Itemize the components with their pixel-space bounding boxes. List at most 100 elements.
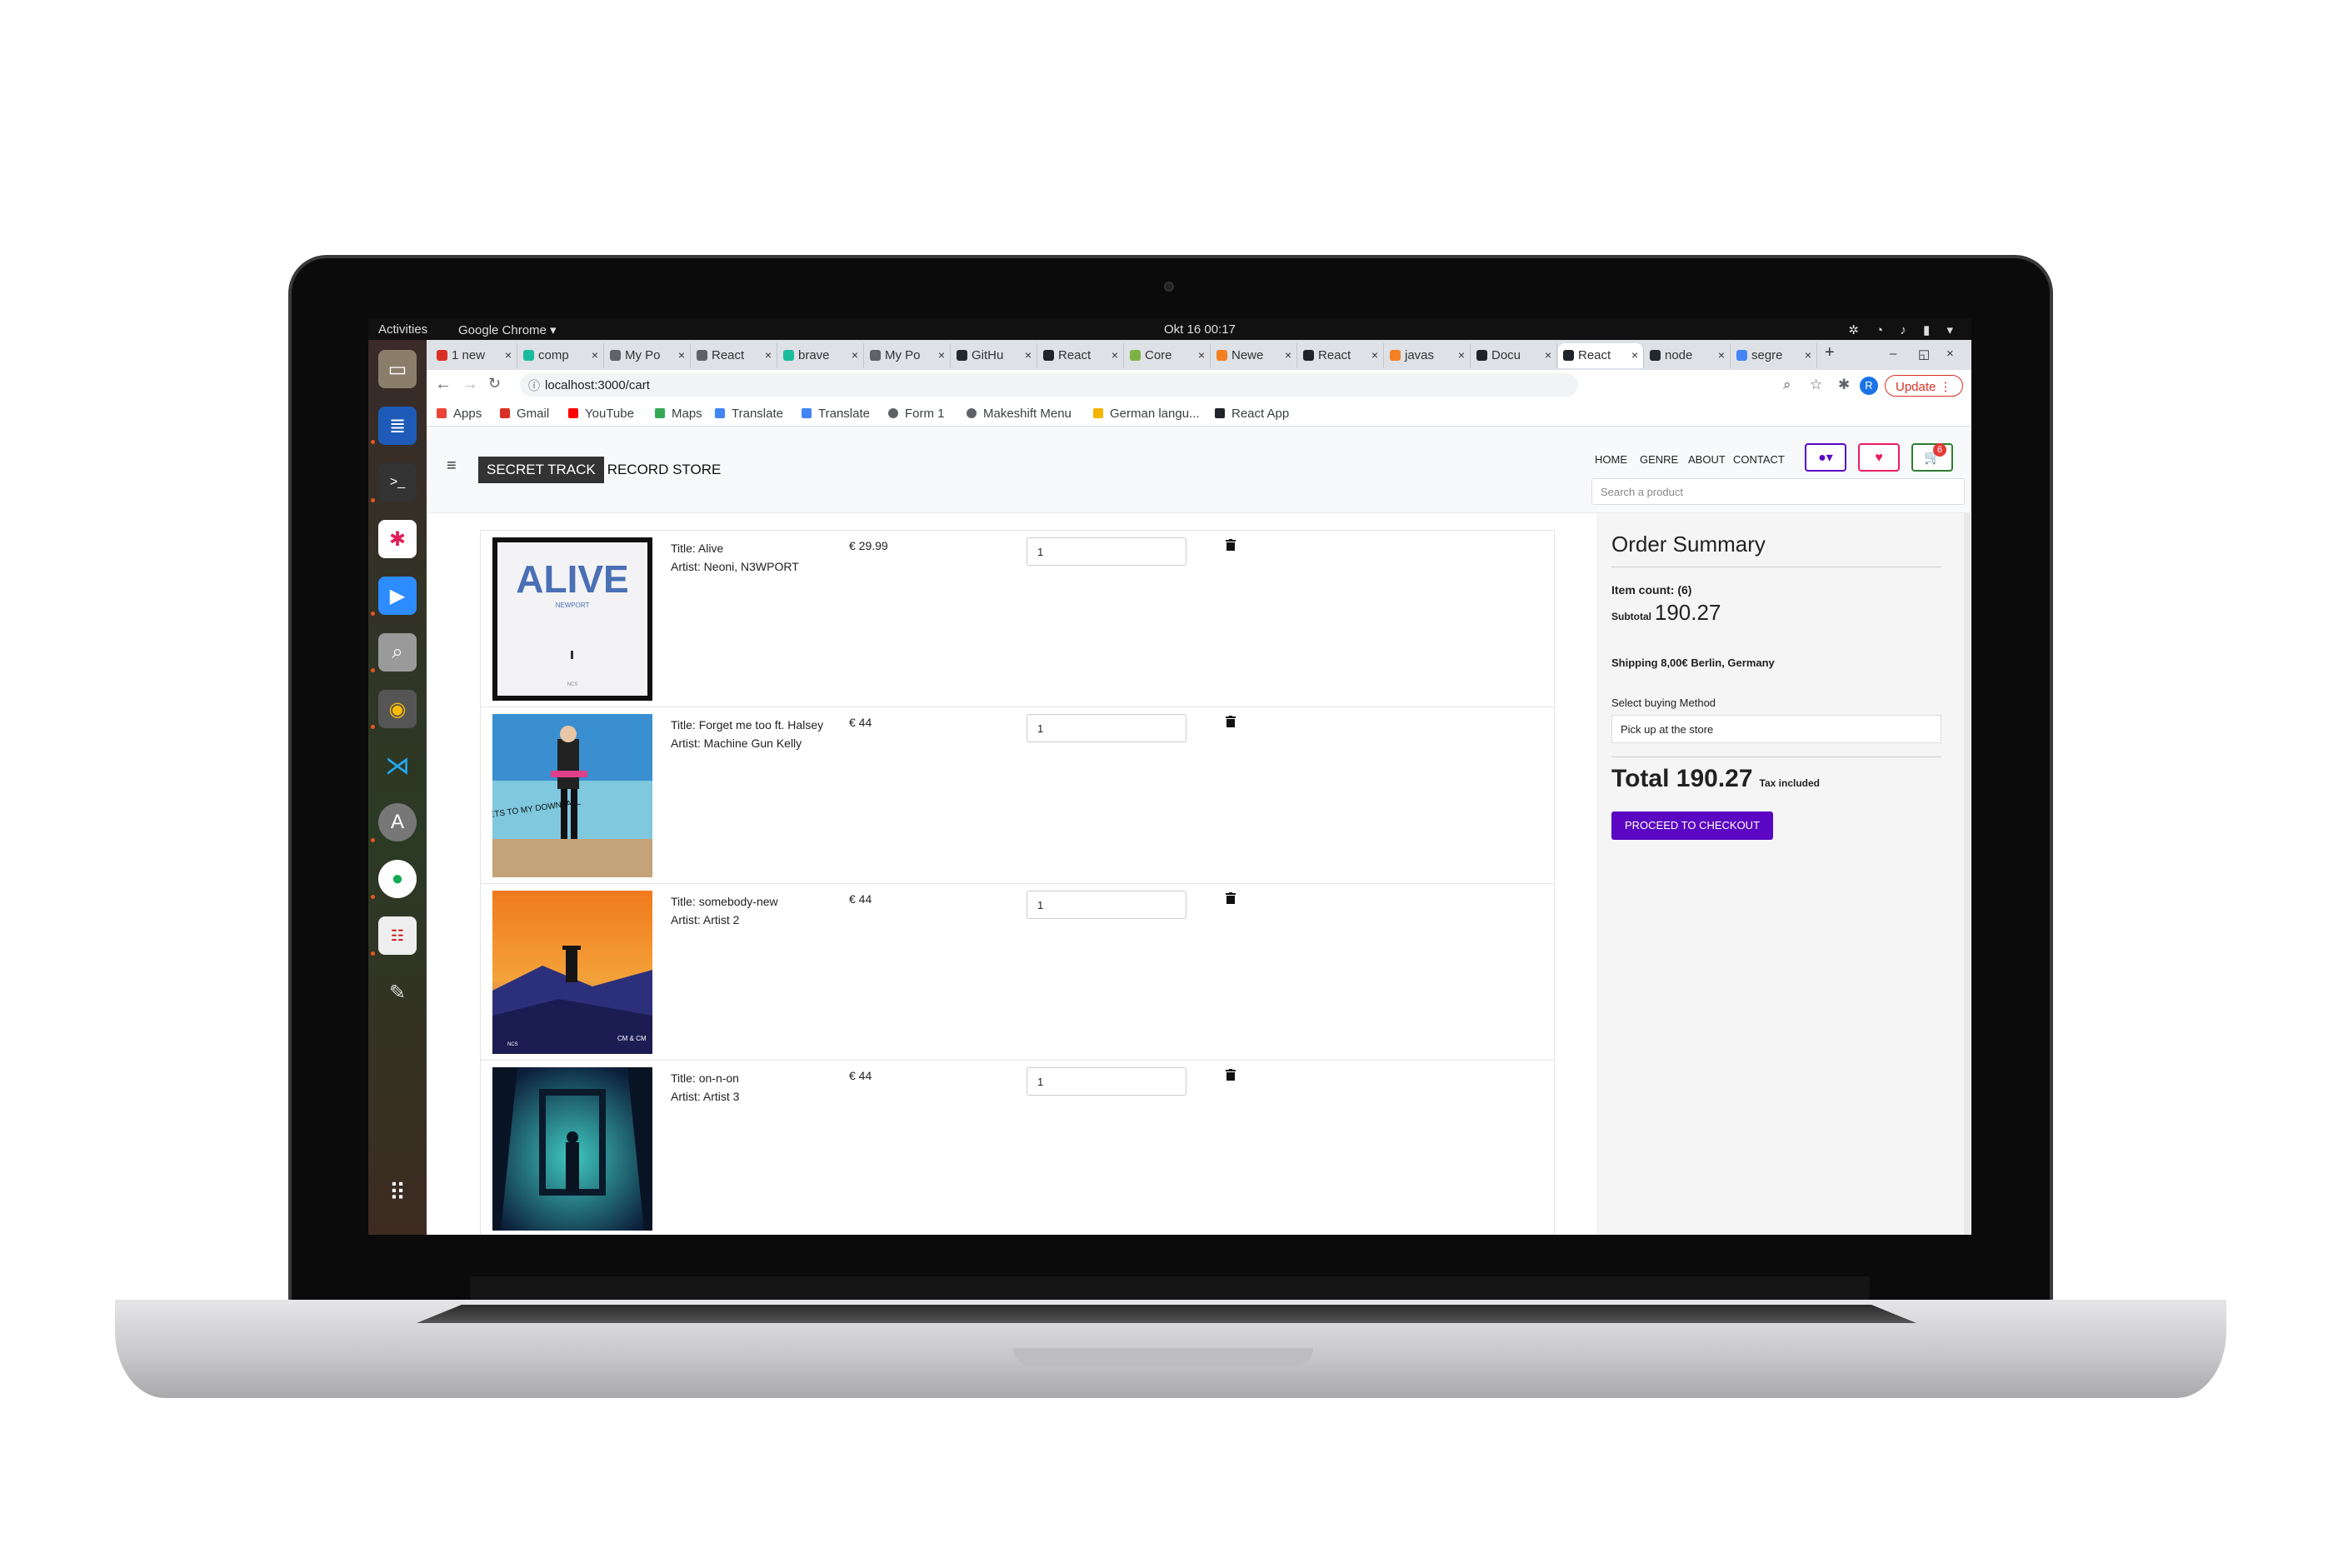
clock[interactable]: Okt 16 00:17 xyxy=(1164,322,1236,337)
update-button[interactable]: Update ⋮ xyxy=(1885,375,1963,397)
site-info-icon[interactable]: ⓘ xyxy=(528,377,540,394)
browser-tab[interactable]: React × xyxy=(1038,343,1124,368)
close-tab-icon[interactable]: × xyxy=(1025,348,1032,362)
bookmark-react-app[interactable]: React App xyxy=(1215,407,1289,421)
product-search-input[interactable]: Search a product xyxy=(1591,478,1965,505)
album-cover-on-n-on[interactable] xyxy=(492,1067,652,1231)
close-tab-icon[interactable]: × xyxy=(1718,348,1725,362)
restore-icon[interactable]: ◱ xyxy=(1918,347,1930,362)
trash-icon[interactable] xyxy=(1226,539,1236,551)
writer-icon[interactable]: ≣ xyxy=(378,407,417,445)
close-tab-icon[interactable]: × xyxy=(938,348,945,362)
browser-tab[interactable]: Newe × xyxy=(1211,343,1297,368)
bookmark-youtube[interactable]: YouTube xyxy=(568,407,634,421)
bookmark-maps[interactable]: Maps xyxy=(655,407,702,421)
browser-tab[interactable]: React × xyxy=(1298,343,1384,368)
bookmark-form[interactable]: Form 1 xyxy=(888,407,945,421)
buying-method-select[interactable]: Pick up at the store xyxy=(1611,715,1941,743)
activities-button[interactable]: Activities xyxy=(378,322,427,337)
browser-tab[interactable]: Docu × xyxy=(1471,343,1557,368)
page-scrollbar[interactable] xyxy=(1964,513,1971,1235)
browser-tab[interactable]: My Po × xyxy=(605,343,691,368)
bookmark-apps[interactable]: Apps xyxy=(437,407,482,421)
cart-button[interactable]: 🛒 6 xyxy=(1911,443,1953,472)
quantity-input[interactable]: 1 xyxy=(1027,537,1186,566)
close-tab-icon[interactable]: × xyxy=(1112,348,1118,362)
browser-tab[interactable]: brave × xyxy=(778,343,864,368)
browser-tab[interactable]: GitHu × xyxy=(952,343,1037,368)
user-menu-button[interactable]: ●▾ xyxy=(1805,443,1846,472)
close-tab-icon[interactable]: × xyxy=(592,348,598,362)
album-cover-forget-me-too[interactable]: TICKETS TO MY DOWNFALL xyxy=(492,714,652,877)
close-tab-icon[interactable]: × xyxy=(1371,348,1378,362)
vscode-icon[interactable]: ⋊ xyxy=(378,747,417,785)
nav-contact[interactable]: CONTACT xyxy=(1733,453,1785,466)
trash-icon[interactable] xyxy=(1226,1069,1236,1081)
close-tab-icon[interactable]: × xyxy=(765,348,772,362)
browser-tab[interactable]: segre × xyxy=(1731,343,1817,368)
nav-about[interactable]: ABOUT xyxy=(1688,453,1726,466)
browser-tab[interactable]: node × xyxy=(1645,343,1731,368)
quantity-input[interactable]: 1 xyxy=(1027,714,1186,742)
wishlist-button[interactable]: ♥ xyxy=(1858,443,1900,472)
bookmark-german[interactable]: German langu... xyxy=(1093,407,1200,421)
reload-icon[interactable]: ↻ xyxy=(488,375,501,392)
software-center-icon[interactable]: A xyxy=(378,803,417,841)
nav-genre[interactable]: GENRE xyxy=(1640,453,1678,466)
quantity-input[interactable]: 1 xyxy=(1027,891,1186,919)
nav-home[interactable]: HOME xyxy=(1595,453,1627,466)
close-tab-icon[interactable]: × xyxy=(1198,348,1205,362)
bookmark-translate-2[interactable]: Translate xyxy=(802,407,870,421)
browser-tab[interactable]: javas × xyxy=(1385,343,1471,368)
back-icon[interactable]: ← xyxy=(435,375,452,394)
screenshot-tool-icon[interactable]: ✎ xyxy=(378,973,417,1011)
mongodb-icon[interactable]: ● xyxy=(378,860,417,898)
app-menu[interactable]: Google Chrome ▾ xyxy=(458,322,557,337)
bookmark-star-icon[interactable]: ☆ xyxy=(1810,377,1822,393)
forward-icon[interactable]: → xyxy=(462,375,478,394)
chrome-icon[interactable]: ◉ xyxy=(378,690,417,728)
close-tab-icon[interactable]: × xyxy=(1545,348,1551,362)
bookmark-gmail[interactable]: Gmail xyxy=(500,407,549,421)
album-cover-alive[interactable]: ALIVE NEWPORT NCS xyxy=(492,537,652,701)
close-tab-icon[interactable]: × xyxy=(1631,348,1638,362)
subtotal-line: Subtotal 190.27 xyxy=(1611,600,1721,626)
bookmark-makeshift-menu[interactable]: Makeshift Menu xyxy=(967,407,1072,421)
browser-tab-active[interactable]: React × xyxy=(1558,343,1644,368)
store-logo[interactable]: SECRET TRACK RECORD STORE xyxy=(478,457,721,483)
close-tab-icon[interactable]: × xyxy=(1285,348,1291,362)
extensions-icon[interactable]: ✱ xyxy=(1838,377,1850,393)
trash-icon[interactable] xyxy=(1226,716,1236,727)
close-tab-icon[interactable]: × xyxy=(1458,348,1465,362)
close-window-icon[interactable]: × xyxy=(1946,347,1954,361)
document-viewer-icon[interactable]: ☷ xyxy=(378,916,417,955)
close-tab-icon[interactable]: × xyxy=(678,348,685,362)
close-tab-icon[interactable]: × xyxy=(852,348,858,362)
show-apps-icon[interactable]: ⠿ xyxy=(378,1173,417,1211)
browser-tab[interactable]: My Po × xyxy=(865,343,951,368)
browser-tab[interactable]: Core × xyxy=(1125,343,1211,368)
browser-tab[interactable]: 1 new × xyxy=(432,343,517,368)
trash-icon[interactable] xyxy=(1226,892,1236,904)
address-bar[interactable]: ⓘ localhost:3000/cart xyxy=(520,373,1578,397)
browser-tab[interactable]: comp × xyxy=(518,343,604,368)
image-viewer-icon[interactable]: ⌕ xyxy=(378,633,417,672)
terminal-icon[interactable]: >_ xyxy=(378,463,417,502)
system-tray-icons[interactable]: ✲ ◔ ♪ ▮ ▾ xyxy=(1848,322,1960,337)
hamburger-menu-icon[interactable]: ≡ xyxy=(447,457,457,476)
files-icon[interactable]: ▭ xyxy=(378,350,417,388)
slack-icon[interactable]: ✱ xyxy=(378,520,417,558)
close-tab-icon[interactable]: × xyxy=(1805,348,1811,362)
close-tab-icon[interactable]: × xyxy=(505,348,512,362)
quantity-input[interactable]: 1 xyxy=(1027,1067,1186,1096)
bookmark-translate[interactable]: Translate xyxy=(715,407,783,421)
minimize-icon[interactable]: – xyxy=(1890,347,1896,361)
proceed-to-checkout-button[interactable]: PROCEED TO CHECKOUT xyxy=(1611,811,1773,840)
item-title: Title: somebody-new xyxy=(671,895,778,908)
new-tab-button[interactable]: + xyxy=(1825,343,1835,362)
browser-tab[interactable]: React × xyxy=(692,343,777,368)
album-cover-somebody-new[interactable]: NCS CM & CM xyxy=(492,891,652,1054)
profile-avatar[interactable]: R xyxy=(1860,377,1878,395)
zoom-icon[interactable]: ⌕ xyxy=(1783,377,1791,393)
zoom-icon[interactable]: ▶ xyxy=(378,577,417,615)
